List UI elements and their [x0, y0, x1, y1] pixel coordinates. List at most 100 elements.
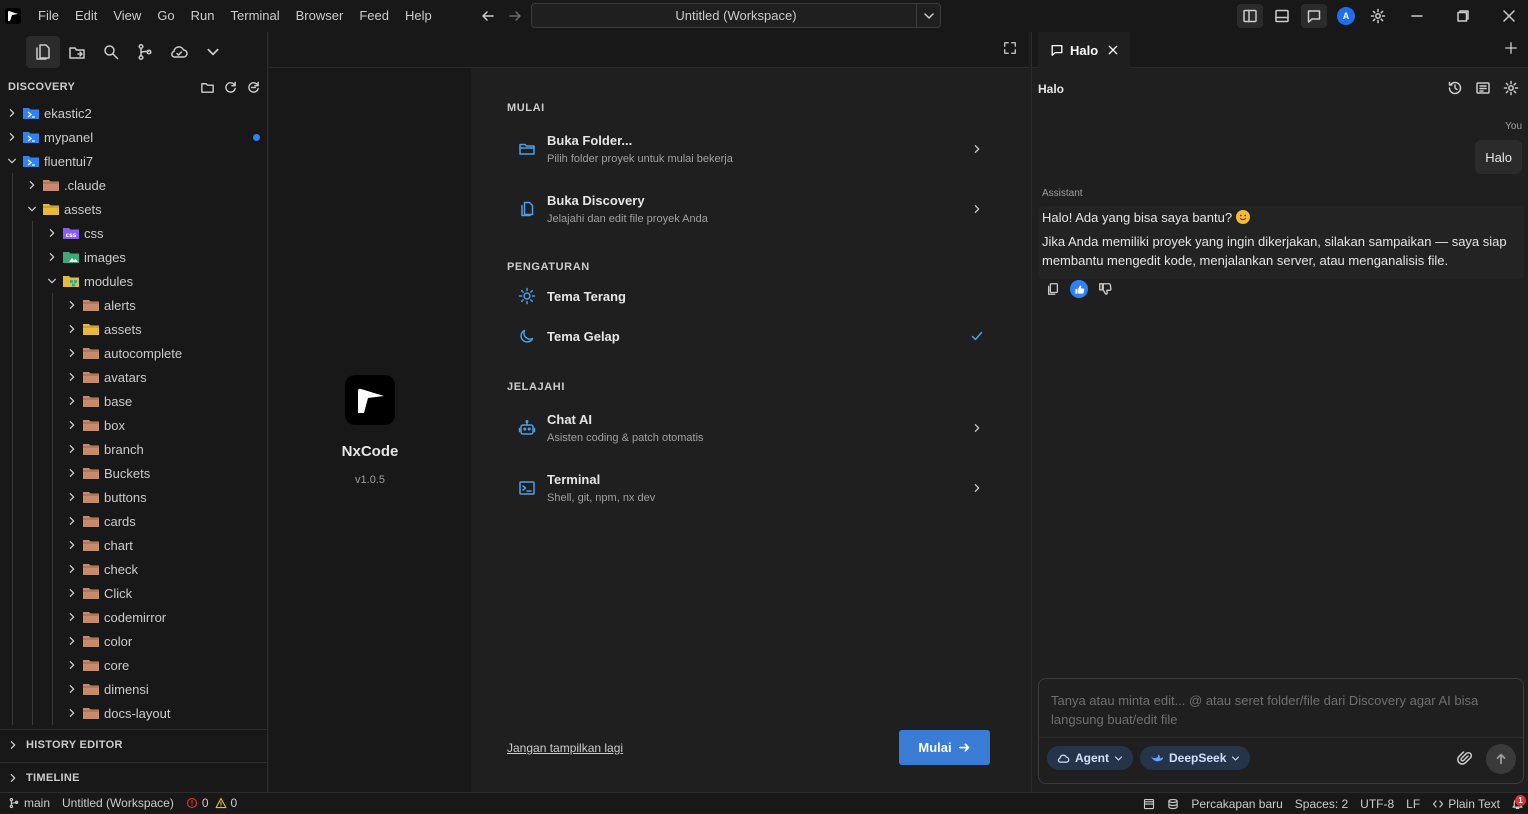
theme-dark-item[interactable]: Tema Gelap [507, 316, 987, 356]
terminal-item[interactable]: Terminal Shell, git, npm, nx dev [507, 465, 987, 511]
workspace-status[interactable]: Untitled (Workspace) [56, 796, 180, 810]
cloud-icon[interactable] [162, 36, 196, 68]
menu-go[interactable]: Go [149, 0, 182, 32]
tree-item[interactable]: core [0, 653, 268, 677]
maximize-window-icon[interactable] [1440, 0, 1486, 32]
tree-item[interactable]: Buckets [0, 461, 268, 485]
chevron-down-icon[interactable] [916, 3, 941, 28]
encoding-status[interactable]: UTF-8 [1354, 797, 1400, 811]
database-icon[interactable] [1161, 798, 1185, 810]
indent-guide [12, 341, 13, 365]
tree-item[interactable]: autocomplete [0, 341, 268, 365]
toggle-panel-icon[interactable] [1269, 4, 1295, 28]
open-discovery-item[interactable]: Buka Discovery Jelajahi dan edit file pr… [507, 186, 987, 232]
back-arrow-icon[interactable] [477, 6, 499, 26]
thumbs-down-icon[interactable] [1098, 282, 1112, 296]
minimize-icon[interactable] [1394, 0, 1440, 32]
folder-sync-icon[interactable] [60, 36, 94, 68]
dont-show-again-link[interactable]: Jangan tampilkan lagi [507, 741, 623, 755]
menu-run[interactable]: Run [183, 0, 223, 32]
forward-arrow-icon[interactable] [504, 6, 526, 26]
tree-item[interactable]: docs-layout [0, 701, 268, 725]
tree-item[interactable]: color [0, 629, 268, 653]
menu-edit[interactable]: Edit [67, 0, 105, 32]
menu-feed[interactable]: Feed [351, 0, 397, 32]
paperclip-icon[interactable] [1457, 749, 1473, 767]
gear-icon[interactable] [1503, 80, 1519, 96]
problems-status[interactable]: 0 0 [180, 796, 243, 810]
branch-status[interactable]: main [0, 796, 56, 810]
app-logo-icon[interactable] [0, 0, 26, 32]
send-button[interactable] [1486, 744, 1516, 774]
agent-mode-dropdown[interactable]: Agent [1047, 746, 1133, 770]
notes-icon[interactable] [1475, 80, 1491, 96]
tree-item[interactable]: alerts [0, 293, 268, 317]
theme-light-item[interactable]: Tema Terang [507, 276, 987, 316]
tree-item[interactable]: branch [0, 437, 268, 461]
tree-item[interactable]: ekastic2 [0, 101, 268, 125]
start-button[interactable]: Mulai [899, 730, 990, 765]
menu-browser[interactable]: Browser [288, 0, 352, 32]
language-status[interactable]: Plain Text [1426, 797, 1506, 811]
tree-item[interactable]: css css [0, 221, 268, 245]
chat-input[interactable] [1039, 679, 1523, 737]
indent-guide [52, 629, 53, 653]
chevron-down-icon [44, 273, 60, 289]
tree-item[interactable]: .claude [0, 173, 268, 197]
toggle-chat-icon[interactable] [1301, 4, 1327, 28]
eol-status[interactable]: LF [1400, 797, 1426, 811]
editor-tab-bar [269, 32, 1029, 68]
model-label: DeepSeek [1169, 751, 1227, 765]
model-dropdown[interactable]: DeepSeek [1140, 746, 1251, 770]
thumbs-up-icon[interactable] [1070, 280, 1088, 298]
layout-icon[interactable] [1137, 798, 1161, 810]
timeline-section[interactable]: TIMELINE [0, 762, 268, 792]
menu-terminal[interactable]: Terminal [223, 0, 288, 32]
tree-item[interactable]: avatars [0, 365, 268, 389]
tree-item[interactable]: mypanel [0, 125, 268, 149]
menu-file[interactable]: File [30, 0, 67, 32]
tree-item[interactable]: images [0, 245, 268, 269]
fullscreen-icon[interactable] [1003, 41, 1017, 55]
tree-item[interactable]: fluentui7 [0, 149, 268, 173]
tree-item[interactable]: box [0, 413, 268, 437]
spaces-status[interactable]: Spaces: 2 [1289, 797, 1354, 811]
theme-light-title: Tema Terang [547, 288, 626, 304]
chat-tab[interactable]: Halo [1038, 32, 1131, 68]
tree-item[interactable]: cards [0, 509, 268, 533]
command-center[interactable]: Untitled (Workspace) [531, 3, 941, 28]
history-editor-section[interactable]: HISTORY EDITOR [0, 729, 268, 759]
chat-ai-item[interactable]: Chat AI Asisten coding & patch otomatis [507, 405, 987, 451]
tree-item[interactable]: codemirror [0, 605, 268, 629]
tree-item[interactable]: dimensi [0, 677, 268, 701]
new-chat-status[interactable]: Percakapan baru [1185, 797, 1288, 811]
tree-item[interactable]: assets [0, 197, 268, 221]
tree-item[interactable]: chart [0, 533, 268, 557]
menu-help[interactable]: Help [397, 0, 440, 32]
toggle-sidebar-icon[interactable] [1237, 4, 1263, 28]
tree-item[interactable]: check [0, 557, 268, 581]
account-button[interactable]: A [1333, 4, 1359, 28]
tree-item[interactable]: base [0, 389, 268, 413]
new-folder-icon[interactable] [200, 80, 215, 95]
explorer-icon[interactable] [26, 36, 60, 68]
close-icon[interactable] [1108, 45, 1118, 55]
refresh-icon[interactable] [223, 80, 238, 95]
open-folder-item[interactable]: Buka Folder... Pilih folder proyek untuk… [507, 126, 987, 172]
search-icon[interactable] [94, 36, 128, 68]
chevron-down-icon[interactable] [196, 36, 230, 68]
bell-icon[interactable]: 1 [1506, 793, 1528, 814]
tree-item[interactable]: assets [0, 317, 268, 341]
copy-icon[interactable] [1046, 282, 1060, 296]
plus-icon[interactable] [1504, 41, 1518, 55]
source-control-icon[interactable] [128, 36, 162, 68]
tree-item[interactable]: Click [0, 581, 268, 605]
close-window-icon[interactable] [1486, 0, 1528, 32]
gear-icon[interactable] [1365, 4, 1391, 28]
tree-item[interactable]: buttons [0, 485, 268, 509]
tree-item[interactable]: modules [0, 269, 268, 293]
menu-view[interactable]: View [105, 0, 149, 32]
indent-guide [52, 485, 53, 509]
history-icon[interactable] [1447, 80, 1463, 96]
collapse-all-icon[interactable] [246, 80, 261, 95]
